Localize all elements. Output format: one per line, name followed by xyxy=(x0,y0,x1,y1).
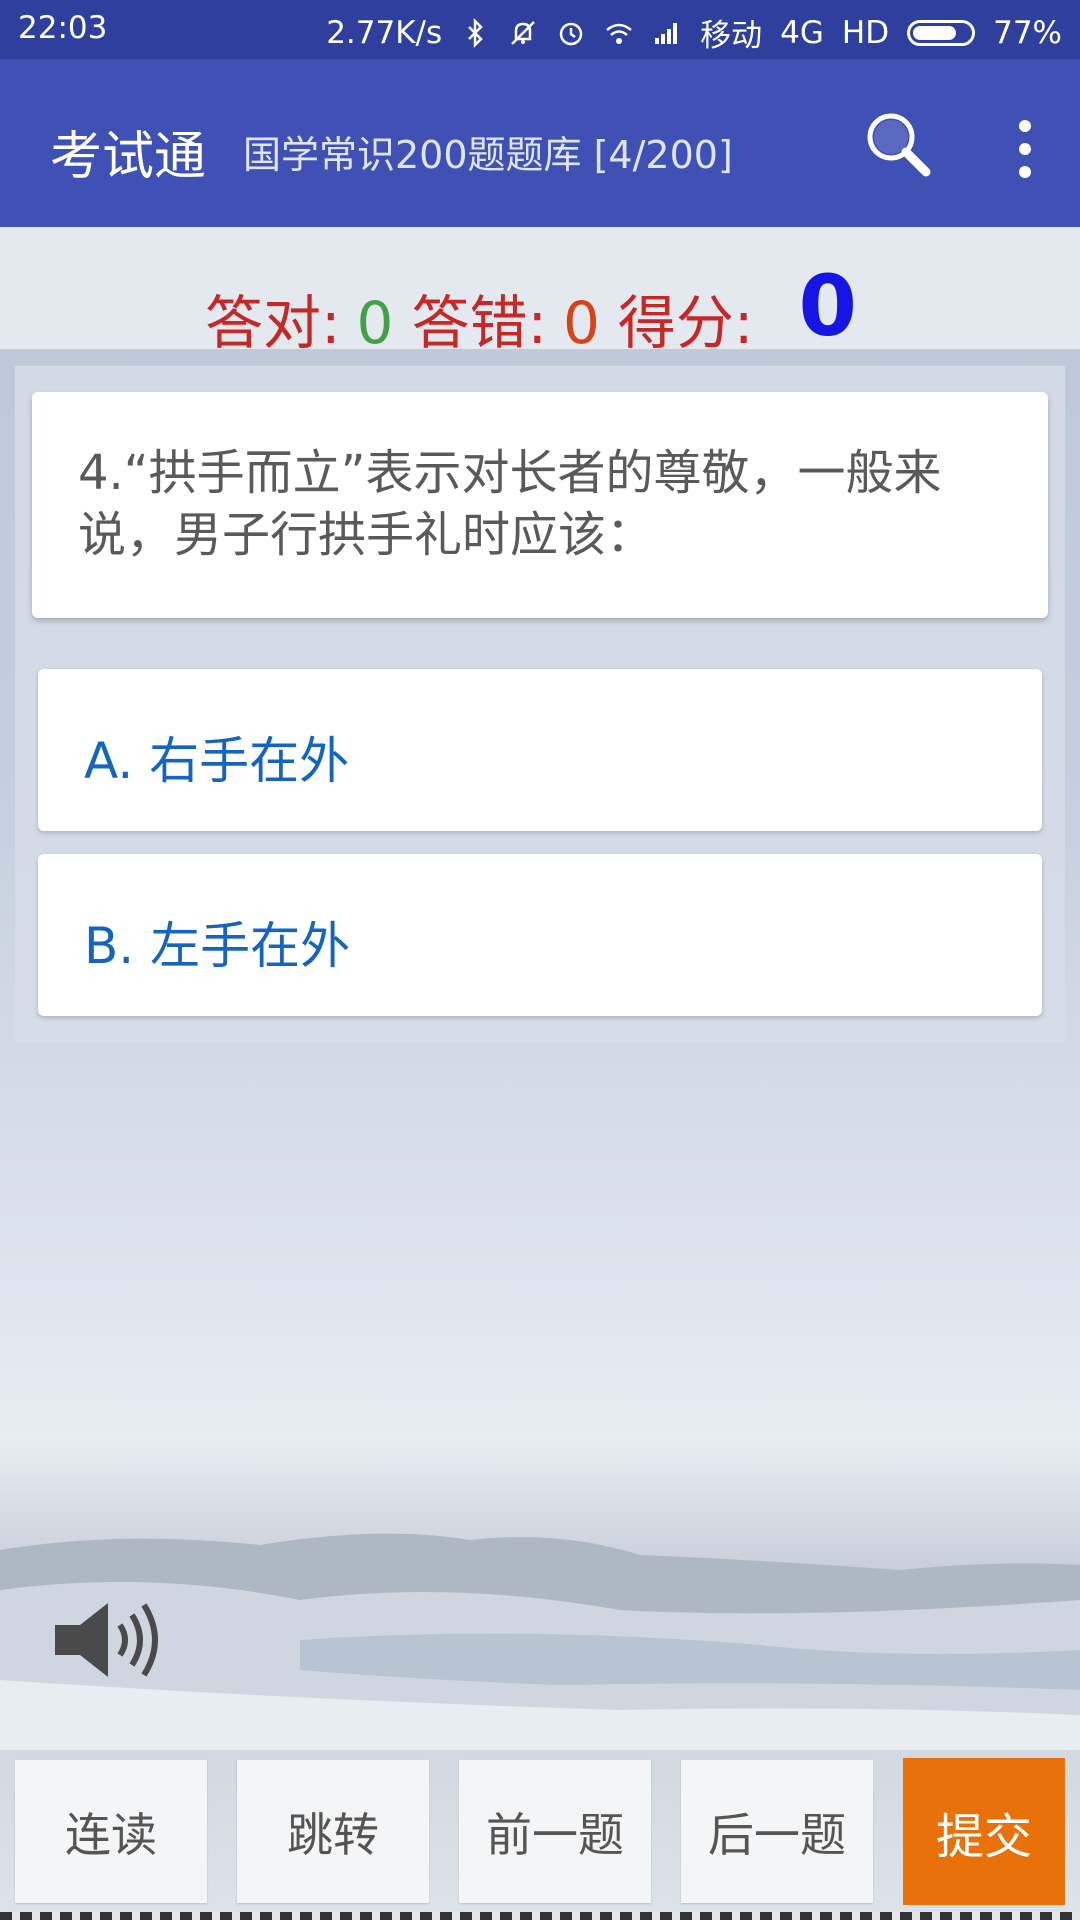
battery-percent: 77% xyxy=(993,14,1062,51)
speaker-icon[interactable] xyxy=(50,1595,160,1685)
battery-icon xyxy=(907,19,976,46)
bluetooth-icon xyxy=(468,17,483,48)
score-value: 0 xyxy=(798,257,857,355)
status-right-group: 2.77K/s 移动 4G HD 77% xyxy=(326,10,1062,55)
background-landscape xyxy=(0,1533,1080,1750)
submit-button[interactable]: 提交 xyxy=(903,1758,1065,1905)
net-speed: 2.77K/s xyxy=(326,14,443,51)
wrong-label: 答错: xyxy=(411,289,547,357)
network-type: 4G xyxy=(780,14,824,51)
score-row: 答对: 0 答错: 0 得分: 0 xyxy=(205,257,857,363)
bottom-bar: 连读 跳转 前一题 后一题 提交 xyxy=(0,1748,1080,1920)
more-vert-icon[interactable] xyxy=(1000,114,1050,184)
question-bank-title: 国学常识200题题库 [4/200] xyxy=(243,133,733,177)
read-all-button[interactable]: 连读 xyxy=(15,1760,207,1903)
status-time: 22:03 xyxy=(18,10,108,46)
question-text: 4.“拱手而立”表示对长者的尊敬，一般来说，男子行拱手礼时应该： xyxy=(78,445,942,563)
option-b-label: B. 左手在外 xyxy=(84,917,351,975)
hd-label: HD xyxy=(841,14,890,51)
carrier-label: 移动 xyxy=(700,18,763,54)
question-card: 4.“拱手而立”表示对长者的尊敬，一般来说，男子行拱手礼时应该： xyxy=(32,392,1048,618)
option-a[interactable]: A. 右手在外 xyxy=(38,669,1042,831)
app-title: 考试通 xyxy=(50,127,207,187)
prev-question-button[interactable]: 前一题 xyxy=(459,1760,651,1903)
wrong-count: 0 xyxy=(563,289,600,357)
status-bar: 22:03 2.77K/s 移动 4G HD 77% xyxy=(0,0,1080,59)
score-bar: 答对: 0 答错: 0 得分: 0 xyxy=(0,227,1080,357)
score-label: 得分: xyxy=(617,289,754,357)
option-b[interactable]: B. 左手在外 xyxy=(38,854,1042,1016)
correct-count: 0 xyxy=(356,289,394,357)
correct-label: 答对: xyxy=(205,289,341,357)
search-icon[interactable] xyxy=(858,104,938,184)
option-a-label: A. 右手在外 xyxy=(84,732,350,790)
signal-icon xyxy=(655,22,678,44)
jump-button[interactable]: 跳转 xyxy=(237,1760,429,1903)
alarm-icon xyxy=(559,22,583,45)
bottom-divider xyxy=(0,1912,1080,1920)
next-question-button[interactable]: 后一题 xyxy=(681,1760,873,1903)
wifi-icon xyxy=(606,23,632,44)
bell-off-icon xyxy=(511,20,536,45)
app-bar: 考试通 国学常识200题题库 [4/200] xyxy=(0,59,1080,227)
question-panel: 4.“拱手而立”表示对长者的尊敬，一般来说，男子行拱手礼时应该： A. 右手在外… xyxy=(15,366,1065,1042)
